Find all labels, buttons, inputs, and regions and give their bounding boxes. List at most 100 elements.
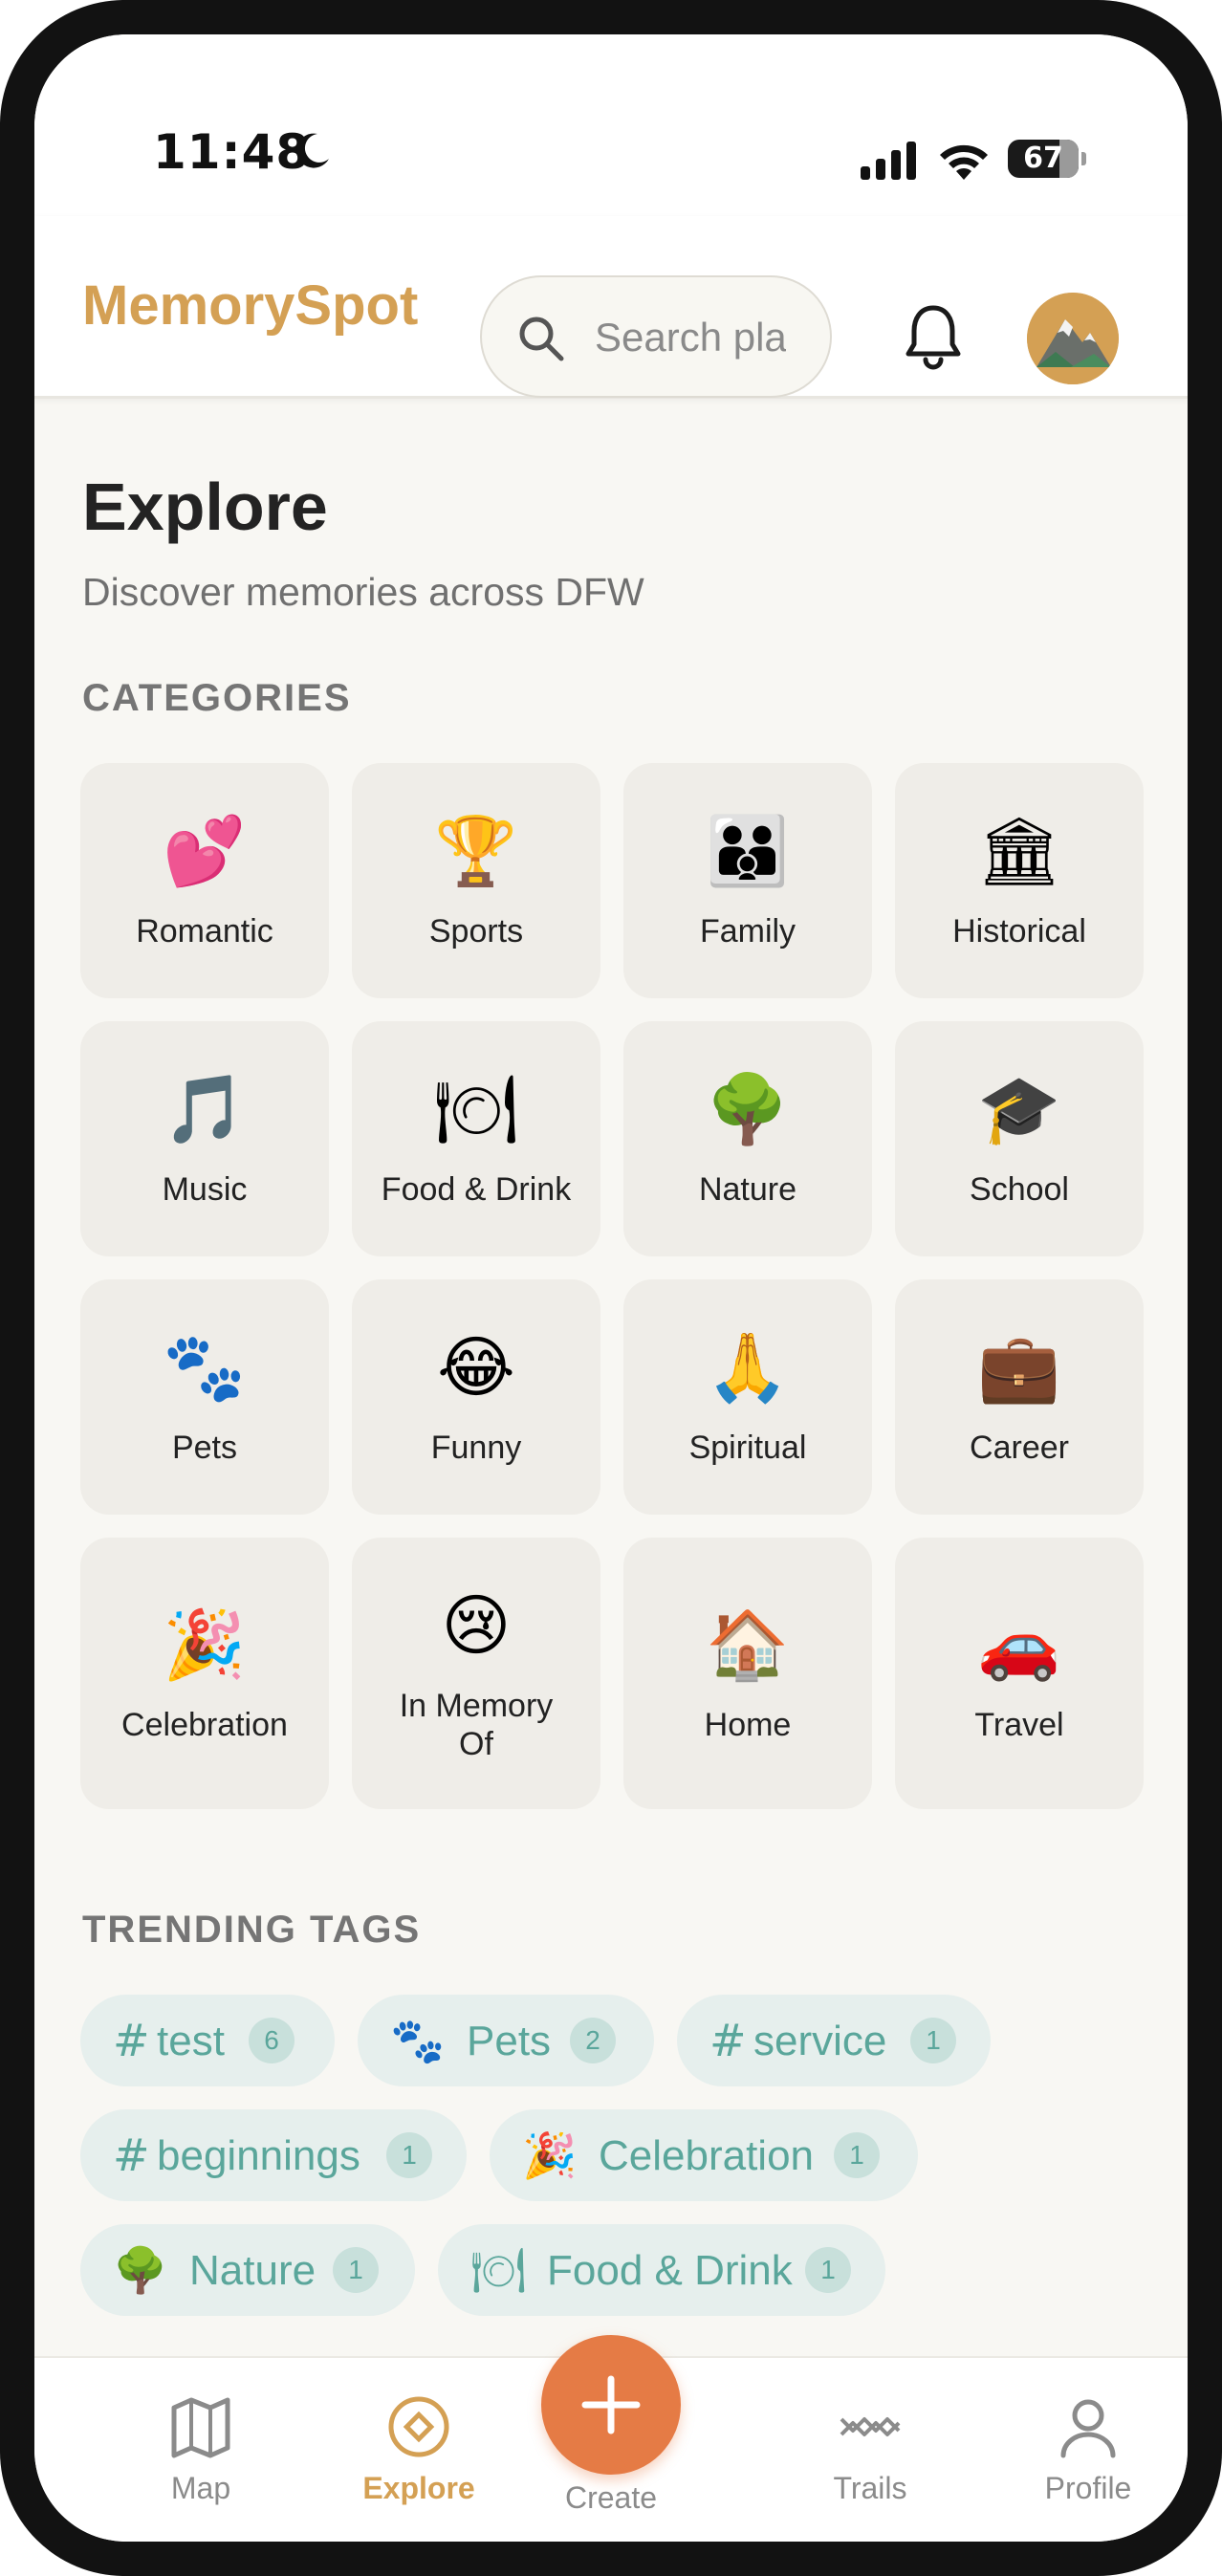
tag-name: Food & Drink (547, 2247, 793, 2294)
tag-chip[interactable]: # beginnings 1 (80, 2109, 467, 2201)
avatar[interactable] (1027, 293, 1119, 384)
category-travel[interactable]: 🚗 Travel (895, 1538, 1144, 1809)
search-bar[interactable] (480, 275, 832, 398)
graduation-cap-icon: 🎓 (977, 1070, 1061, 1148)
brand-logo[interactable]: MemorySpot (82, 273, 418, 338)
bell-icon[interactable] (903, 302, 964, 371)
category-romantic[interactable]: 💕 Romantic (80, 763, 329, 998)
paw-prints-icon: 🐾 (163, 1328, 247, 1407)
tag-count: 6 (249, 2018, 295, 2063)
music-note-icon: 🎵 (163, 1070, 247, 1148)
tree-icon: 🌳 (113, 2244, 168, 2296)
classical-building-icon: 🏛 (976, 812, 1062, 890)
category-label: Home (704, 1707, 792, 1743)
hash-icon: # (113, 2129, 150, 2181)
nav-explore[interactable]: Explore (323, 2358, 514, 2542)
category-funny[interactable]: 😂 Funny (352, 1279, 600, 1515)
cellular-signal-icon (861, 142, 916, 180)
trending-tags-heading: TRENDING TAGS (82, 1909, 422, 1951)
nav-profile[interactable]: Profile (993, 2358, 1184, 2542)
category-label: Travel (974, 1707, 1064, 1743)
house-icon: 🏠 (706, 1605, 790, 1684)
page-title: Explore (82, 469, 328, 544)
tag-count: 1 (834, 2132, 880, 2178)
compass-icon (388, 2396, 449, 2457)
tag-name: beginnings (157, 2132, 360, 2179)
category-family[interactable]: 👪 Family (623, 763, 872, 998)
status-time: 11:48 (153, 124, 311, 180)
tag-count: 1 (333, 2247, 379, 2293)
nav-trails[interactable]: Trails (775, 2358, 966, 2542)
category-spiritual[interactable]: 🙏 Spiritual (623, 1279, 872, 1515)
nav-label: Explore (362, 2471, 475, 2505)
hash-icon: # (709, 2015, 747, 2066)
category-historical[interactable]: 🏛 Historical (895, 763, 1144, 998)
nav-map[interactable]: Map (105, 2358, 296, 2542)
category-sports[interactable]: 🏆 Sports (352, 763, 600, 998)
battery-level: 67 (1023, 142, 1063, 175)
category-label: Funny (430, 1430, 522, 1466)
tag-count: 1 (910, 2018, 956, 2063)
create-label: Create (564, 2480, 658, 2515)
heart-icon: 💕 (163, 812, 247, 890)
category-label: Career (970, 1430, 1069, 1466)
map-icon (171, 2397, 230, 2458)
paw-prints-icon: 🐾 (390, 2015, 446, 2066)
category-music[interactable]: 🎵 Music (80, 1021, 329, 1256)
tag-count: 1 (805, 2247, 851, 2293)
car-icon: 🚗 (977, 1605, 1061, 1684)
category-school[interactable]: 🎓 School (895, 1021, 1144, 1256)
category-food-drink[interactable]: 🍽 Food & Drink (352, 1021, 600, 1256)
tag-count: 1 (386, 2132, 432, 2178)
category-label: Pets (171, 1430, 238, 1466)
category-nature[interactable]: 🌳 Nature (623, 1021, 872, 1256)
category-label: Romantic (136, 913, 273, 950)
search-input[interactable] (595, 306, 786, 369)
category-label: Spiritual (688, 1430, 807, 1466)
tag-name: Pets (467, 2018, 552, 2064)
praying-hands-icon: 🙏 (706, 1328, 790, 1407)
tag-name: service (753, 2018, 887, 2064)
party-popper-icon: 🎉 (522, 2129, 578, 2181)
category-in-memory-of[interactable]: 😢 In Memory Of (352, 1538, 600, 1809)
family-icon: 👪 (706, 812, 790, 890)
tag-chip[interactable]: # service 1 (677, 1995, 991, 2086)
nav-label: Trails (833, 2471, 907, 2505)
category-label: Food & Drink (381, 1171, 572, 1208)
category-home[interactable]: 🏠 Home (623, 1538, 872, 1809)
party-popper-icon: 🎉 (163, 1605, 247, 1684)
create-button[interactable] (541, 2335, 681, 2475)
trails-icon (840, 2417, 901, 2436)
nav-label: Map (170, 2471, 231, 2505)
tag-chip[interactable]: 🐾 Pets 2 (358, 1995, 654, 2086)
crying-face-icon: 😢 (441, 1586, 512, 1665)
person-icon (1060, 2399, 1116, 2458)
search-icon (519, 317, 564, 361)
tag-chip[interactable]: 🌳 Nature 1 (80, 2224, 415, 2316)
laughing-face-icon: 😂 (437, 1328, 515, 1407)
app-screen: 11:48 67 MemorySpot Search places Explor… (34, 34, 1188, 2542)
category-celebration[interactable]: 🎉 Celebration (80, 1538, 329, 1809)
moon-icon (296, 133, 329, 168)
tree-icon: 🌳 (706, 1070, 790, 1148)
hash-icon: # (113, 2015, 150, 2066)
page-subtitle: Discover memories across DFW (82, 570, 644, 614)
trophy-icon: 🏆 (434, 812, 518, 890)
plate-cutlery-icon: 🍽 (433, 1070, 519, 1148)
category-label: Nature (698, 1171, 797, 1208)
category-label: In Memory Of (399, 1688, 554, 1762)
tag-chip[interactable]: 🍽 Food & Drink 1 (438, 2224, 885, 2316)
tag-chip[interactable]: # test 6 (80, 1995, 335, 2086)
categories-heading: CATEGORIES (82, 677, 352, 719)
tag-name: Celebration (599, 2132, 815, 2179)
category-career[interactable]: 💼 Career (895, 1279, 1144, 1515)
app-header: MemorySpot (34, 216, 1188, 399)
category-pets[interactable]: 🐾 Pets (80, 1279, 329, 1515)
mountain-avatar-image (1027, 293, 1119, 384)
category-label: Historical (952, 913, 1086, 950)
tag-count: 2 (570, 2018, 616, 2063)
plate-cutlery-icon: 🍽 (470, 2244, 527, 2296)
tag-chip[interactable]: 🎉 Celebration 1 (490, 2109, 918, 2201)
tag-name: Nature (189, 2247, 316, 2294)
category-label: Celebration (121, 1707, 288, 1743)
